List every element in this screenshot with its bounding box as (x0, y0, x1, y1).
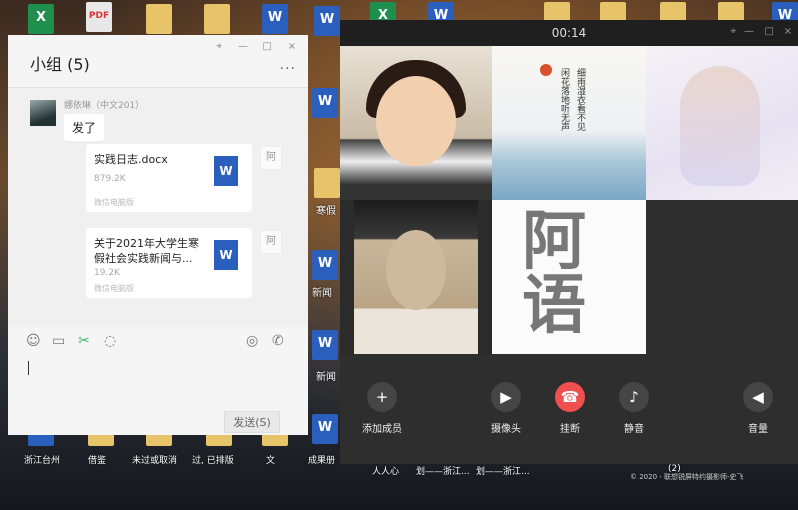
file-size: 19.2K (94, 268, 120, 278)
hang-up-icon: ☎ (555, 382, 585, 412)
word-file-icon[interactable]: W (314, 6, 340, 36)
file-message[interactable]: 实践日志.docx 879.2K 微信电脑版 W (86, 144, 252, 212)
participant-photo (386, 230, 446, 310)
participant-photo (540, 64, 552, 76)
avatar[interactable]: 阿 (260, 146, 282, 170)
word-file-icon[interactable]: W (312, 330, 338, 360)
poem-text: 细雨湿衣看不见 (575, 68, 585, 131)
desktop-icon-label: 浙江台州 (24, 456, 61, 466)
participant-photo (680, 66, 760, 186)
avatar[interactable] (30, 100, 56, 126)
add-member-button[interactable]: + 添加成员 (352, 382, 412, 435)
close-button[interactable]: × (288, 41, 296, 52)
desktop-icon-label: 划——浙江... (416, 467, 470, 477)
avatar[interactable]: 阿 (260, 230, 282, 254)
message-bubble[interactable]: 发了 (64, 114, 105, 141)
empty-tile (646, 200, 798, 354)
desktop-icon-label: 划——浙江... (476, 467, 530, 477)
sender-name: 娜依琳（中文201） (64, 101, 145, 111)
excel-file-icon[interactable]: X (28, 4, 54, 34)
video-call-window: 00:14 ⌖ — □ × 细雨湿衣看不见 闲花落地听无声 阿语 + 添加成员 (340, 20, 798, 464)
participant-tile[interactable] (340, 46, 492, 200)
control-label: 静音 (624, 424, 644, 435)
pdf-file-icon[interactable]: PDF (86, 2, 112, 32)
file-source: 微信电脑版 (94, 284, 134, 293)
desktop-icon-label: 新闻 (312, 288, 332, 299)
input-toolbar: ☺ ▭ ✂ ◌ ◎ ✆ (8, 331, 308, 355)
more-options-icon[interactable]: ··· (280, 61, 296, 77)
wallpaper-copyright: © 2020 - 联想锐屏特约摄影师-史飞 (630, 473, 744, 481)
participant-tile[interactable]: 细雨湿衣看不见 闲花落地听无声 (492, 46, 646, 200)
participant-tile[interactable] (340, 200, 492, 354)
desktop-icon-label: 成果册 (308, 456, 336, 466)
file-message[interactable]: 关于2021年大学生寒假社会实践新闻与... 19.2K 微信电脑版 W (86, 228, 252, 298)
close-button[interactable]: × (784, 26, 792, 37)
control-label: 添加成员 (362, 424, 402, 435)
folder-icon[interactable] (146, 4, 172, 34)
word-file-icon[interactable]: W (312, 414, 338, 444)
call-timer: 00:14 (340, 20, 798, 46)
chat-history-icon[interactable]: ◌ (104, 333, 116, 349)
word-file-icon[interactable]: W (312, 250, 338, 280)
folder-icon[interactable]: ▭ (52, 333, 65, 349)
send-button[interactable]: 发送(S) (224, 411, 280, 433)
message-list[interactable]: 娜依琳（中文201） 发了 实践日志.docx 879.2K 微信电脑版 W 阿… (8, 87, 308, 327)
calligraphy-avatar: 阿语 (522, 204, 586, 343)
participant-tile[interactable]: 阿语 (492, 200, 646, 354)
call-controls: + 添加成员 ▶ 摄像头 ☎ 挂断 ♪ 静音 ◀ 音量 (340, 360, 798, 460)
chat-title: 小组 (5) (30, 55, 90, 74)
folder-icon[interactable] (314, 168, 340, 198)
chat-window: 小组 (5) ⌖ — □ × ··· 娜依琳（中文201） 发了 实践日志.do… (8, 35, 308, 435)
pin-icon[interactable]: ⌖ (216, 41, 222, 52)
maximize-button[interactable]: □ (263, 41, 272, 52)
screenshot-icon[interactable]: ✂ (78, 333, 90, 349)
desktop-icon-label: 借鉴 (88, 456, 107, 466)
control-label: 挂断 (560, 424, 580, 435)
live-icon[interactable]: ◎ (246, 333, 258, 349)
hang-up-button[interactable]: ☎ 挂断 (540, 382, 600, 435)
participant-tile[interactable] (646, 46, 798, 200)
desktop-icon-label: 文 (266, 456, 276, 466)
desktop-icon-label: 过, 已排版 (192, 456, 234, 466)
mute-button[interactable]: ♪ 静音 (604, 382, 664, 435)
speaker-icon: ◀ (743, 382, 773, 412)
participant-grid: 细雨湿衣看不见 闲花落地听无声 阿语 (340, 46, 798, 356)
word-file-icon[interactable]: W (262, 4, 288, 34)
word-file-icon: W (214, 240, 238, 270)
text-cursor (28, 361, 29, 375)
emoji-icon[interactable]: ☺ (26, 333, 41, 349)
word-file-icon[interactable]: W (312, 88, 338, 118)
desktop-icon-label: 寒假 (316, 206, 336, 217)
word-file-icon: W (214, 156, 238, 186)
control-label: 音量 (748, 424, 768, 435)
camera-button[interactable]: ▶ 摄像头 (476, 382, 536, 435)
minimize-button[interactable]: — (744, 26, 754, 37)
participant-photo (376, 76, 456, 166)
file-name: 关于2021年大学生寒假社会实践新闻与... (94, 237, 199, 265)
control-label: 摄像头 (491, 424, 521, 435)
desktop-icon-label: 未过或取消 (132, 456, 178, 466)
file-size: 879.2K (94, 174, 126, 184)
desktop-icon-label: 新闻 (316, 372, 336, 383)
pin-icon[interactable]: ⌖ (730, 26, 736, 37)
chat-titlebar: 小组 (5) ⌖ — □ × ··· (8, 35, 308, 87)
microphone-muted-icon: ♪ (619, 382, 649, 412)
plus-icon: + (367, 382, 397, 412)
folder-icon[interactable] (204, 4, 230, 34)
poem-text: 闲花落地听无声 (559, 68, 569, 131)
desktop-icon-label: 人人心 (372, 467, 400, 477)
maximize-button[interactable]: □ (765, 26, 774, 37)
minimize-button[interactable]: — (238, 41, 248, 52)
file-source: 微信电脑版 (94, 198, 134, 207)
file-name: 实践日志.docx (94, 153, 168, 166)
camera-icon: ▶ (491, 382, 521, 412)
volume-button[interactable]: ◀ 音量 (728, 382, 788, 435)
call-icon[interactable]: ✆ (272, 333, 284, 349)
